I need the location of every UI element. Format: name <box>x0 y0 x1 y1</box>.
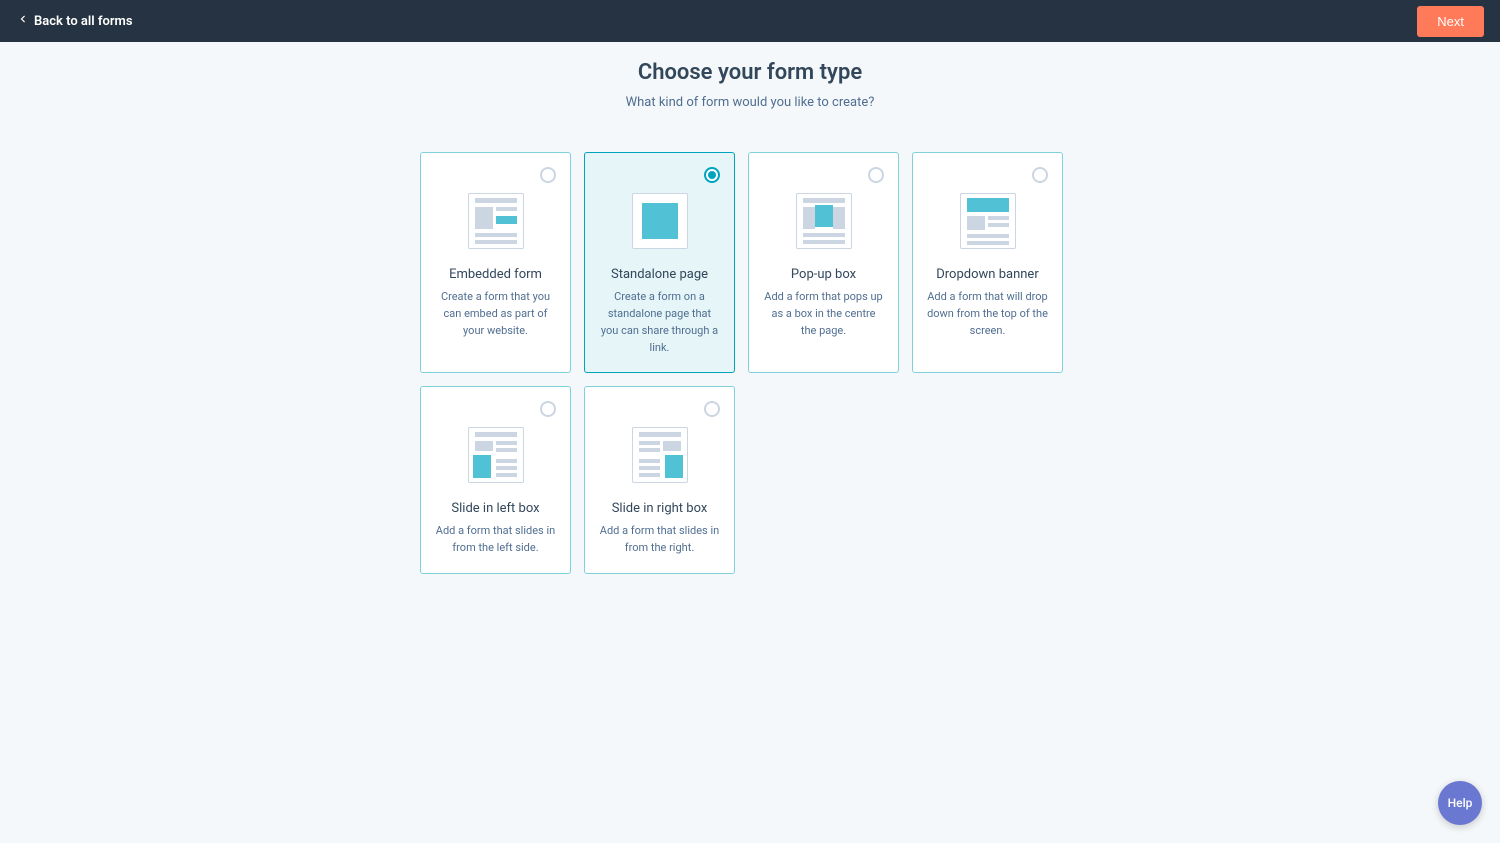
radio-icon <box>704 401 720 417</box>
help-label: Help <box>1448 796 1473 810</box>
page-content: Choose your form type What kind of form … <box>0 42 1500 574</box>
card-title: Embedded form <box>431 267 560 282</box>
thumbnail-embedded-icon <box>468 193 524 249</box>
option-slide-right[interactable]: Slide in right box Add a form that slide… <box>584 386 735 574</box>
form-type-grid: Embedded form Create a form that you can… <box>420 152 1080 574</box>
card-description: Add a form that pops up as a box in the … <box>759 288 888 339</box>
card-title: Pop-up box <box>759 267 888 282</box>
radio-icon <box>868 167 884 183</box>
thumbnail-slide-left-icon <box>468 427 524 483</box>
option-standalone-page[interactable]: Standalone page Create a form on a stand… <box>584 152 735 373</box>
thumbnail-dropdown-icon <box>960 193 1016 249</box>
chevron-left-icon <box>16 12 30 30</box>
option-embedded-form[interactable]: Embedded form Create a form that you can… <box>420 152 571 373</box>
thumbnail-slide-right-icon <box>632 427 688 483</box>
card-description: Create a form that you can embed as part… <box>431 288 560 339</box>
option-dropdown-banner[interactable]: Dropdown banner Add a form that will dro… <box>912 152 1063 373</box>
card-title: Slide in right box <box>595 501 724 516</box>
card-title: Standalone page <box>595 267 724 282</box>
thumbnail-popup-icon <box>796 193 852 249</box>
radio-icon <box>540 401 556 417</box>
top-bar: Back to all forms Next <box>0 0 1500 42</box>
card-title: Dropdown banner <box>923 267 1052 282</box>
card-title: Slide in left box <box>431 501 560 516</box>
back-to-forms-link[interactable]: Back to all forms <box>10 8 139 34</box>
card-description: Add a form that will drop down from the … <box>923 288 1052 339</box>
option-slide-left[interactable]: Slide in left box Add a form that slides… <box>420 386 571 574</box>
help-button[interactable]: Help <box>1438 781 1482 825</box>
page-title: Choose your form type <box>0 60 1500 85</box>
radio-icon <box>540 167 556 183</box>
option-popup-box[interactable]: Pop-up box Add a form that pops up as a … <box>748 152 899 373</box>
back-label: Back to all forms <box>34 14 133 29</box>
next-button[interactable]: Next <box>1417 6 1484 37</box>
card-description: Add a form that slides in from the right… <box>595 522 724 556</box>
card-description: Create a form on a standalone page that … <box>595 288 724 356</box>
page-subtitle: What kind of form would you like to crea… <box>0 95 1500 110</box>
radio-icon <box>704 167 720 183</box>
radio-icon <box>1032 167 1048 183</box>
thumbnail-standalone-icon <box>632 193 688 249</box>
card-description: Add a form that slides in from the left … <box>431 522 560 556</box>
